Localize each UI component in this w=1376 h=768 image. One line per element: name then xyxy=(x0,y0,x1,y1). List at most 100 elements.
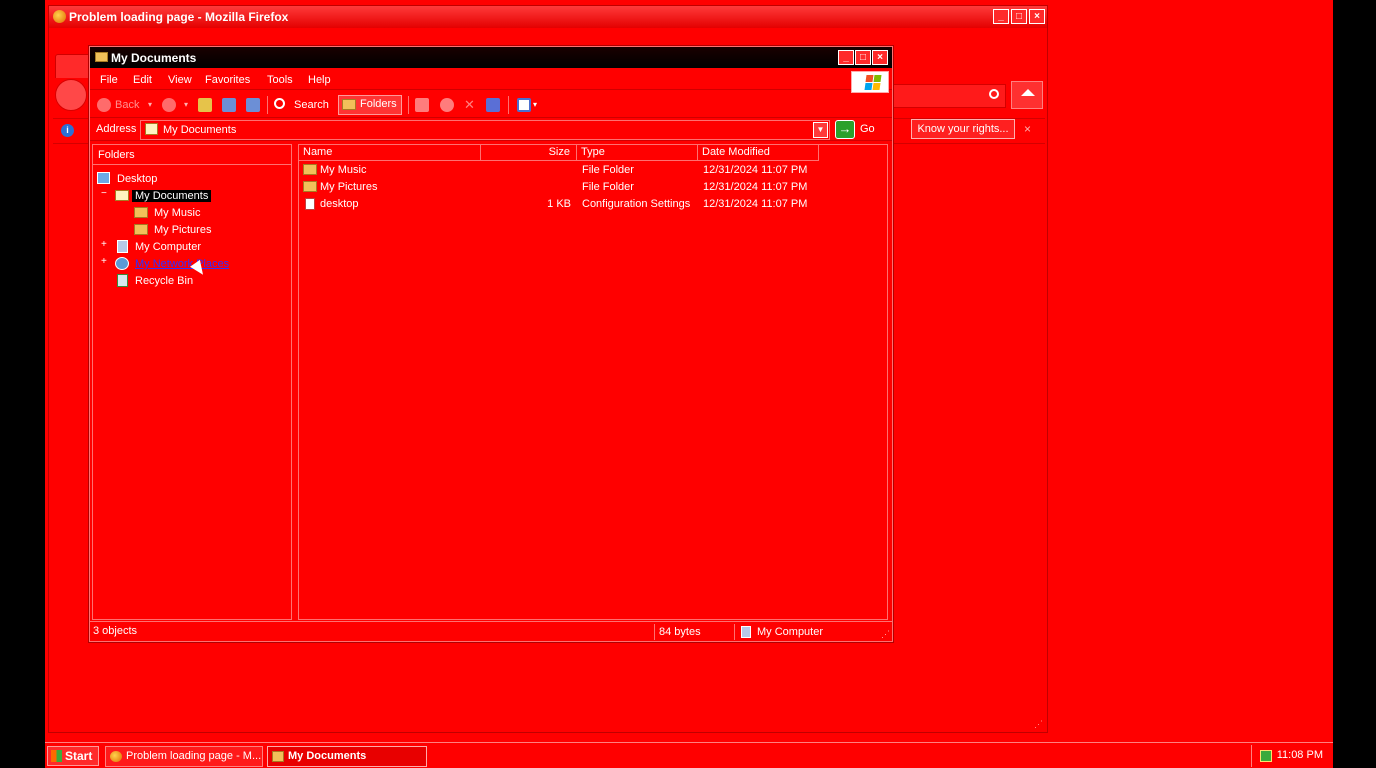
back-dropdown-icon[interactable]: ▾ xyxy=(148,96,152,114)
toolbar-separator xyxy=(408,96,409,114)
firefox-back-button[interactable] xyxy=(55,79,87,111)
taskbar-item-my-documents[interactable]: My Documents xyxy=(267,746,427,767)
file-row-my-music[interactable]: My Music File Folder 12/31/2024 11:07 PM xyxy=(299,162,887,179)
toolbar-separator xyxy=(508,96,509,114)
view-icon-b[interactable] xyxy=(246,98,260,112)
know-your-rights-button[interactable]: Know your rights... xyxy=(911,119,1015,139)
column-header-date-modified[interactable]: Date Modified xyxy=(698,145,819,161)
file-list-pane: Name Size Type Date Modified My Music Fi… xyxy=(298,144,888,620)
explorer-close-button[interactable]: × xyxy=(872,50,888,65)
firefox-title-bar[interactable]: Problem loading page - Mozilla Firefox _… xyxy=(49,6,1047,28)
forward-dropdown-icon[interactable]: ▾ xyxy=(184,96,188,114)
taskbar-item-firefox[interactable]: Problem loading page - M... xyxy=(105,746,263,767)
toolbar-separator xyxy=(267,96,268,114)
firefox-close-button[interactable]: × xyxy=(1029,9,1045,24)
back-button[interactable]: Back xyxy=(115,96,139,114)
expand-icon[interactable]: + xyxy=(101,239,107,250)
file-name: desktop xyxy=(320,198,359,210)
go-button[interactable]: Go xyxy=(860,123,875,135)
tree-item-my-computer[interactable]: My Computer xyxy=(115,239,201,255)
tree-item-my-documents[interactable]: My Documents xyxy=(115,188,212,204)
clock: 11:08 PM xyxy=(1276,749,1323,761)
music-folder-icon xyxy=(134,207,148,218)
tree-label: My Computer xyxy=(135,241,202,253)
taskbar: Start Problem loading page - M... My Doc… xyxy=(45,742,1333,768)
resize-grip[interactable]: ⋰ xyxy=(881,629,890,640)
views-dropdown-icon[interactable]: ▾ xyxy=(533,96,537,114)
tree-label: Desktop xyxy=(117,173,158,185)
tree-item-recycle-bin[interactable]: Recycle Bin xyxy=(115,273,193,289)
computer-icon xyxy=(741,626,751,638)
tray-icon[interactable] xyxy=(1260,750,1272,762)
explorer-minimize-button[interactable]: _ xyxy=(838,50,854,65)
firefox-icon xyxy=(53,10,66,23)
menu-help[interactable]: Help xyxy=(308,74,331,86)
file-date: 12/31/2024 11:07 PM xyxy=(703,198,808,210)
tree-item-my-network-places[interactable]: My Network Places xyxy=(115,256,229,272)
copy-to-icon[interactable] xyxy=(440,98,454,112)
file-type: File Folder xyxy=(582,181,634,193)
expand-icon[interactable]: + xyxy=(101,256,107,267)
firefox-minimize-button[interactable]: _ xyxy=(993,9,1009,24)
recycle-bin-icon xyxy=(117,274,128,287)
firefox-url-bar[interactable] xyxy=(892,84,1006,108)
windows-flag-icon xyxy=(51,750,62,762)
menu-file[interactable]: File xyxy=(100,74,118,86)
file-row-my-pictures[interactable]: My Pictures File Folder 12/31/2024 11:07… xyxy=(299,179,887,196)
menu-view[interactable]: View xyxy=(168,74,192,86)
folders-button[interactable]: Folders xyxy=(338,95,402,115)
column-header-name[interactable]: Name xyxy=(299,145,481,161)
tree-label: Recycle Bin xyxy=(135,275,194,287)
firefox-maximize-button[interactable]: □ xyxy=(1011,9,1027,24)
tree-label: My Network Places xyxy=(135,258,230,270)
infobar-close-icon[interactable]: × xyxy=(1024,122,1031,136)
up-folder-icon[interactable] xyxy=(198,98,212,112)
search-button[interactable]: Search xyxy=(294,96,329,114)
forward-arrow-icon[interactable] xyxy=(162,98,176,112)
delete-icon[interactable]: ✕ xyxy=(464,96,475,114)
tree-label: My Pictures xyxy=(154,224,212,236)
resize-grip[interactable]: ⋰ xyxy=(1034,719,1043,730)
file-date: 12/31/2024 11:07 PM xyxy=(703,164,808,176)
pictures-folder-icon xyxy=(303,181,317,192)
move-to-icon[interactable] xyxy=(415,98,429,112)
address-value: My Documents xyxy=(163,124,237,136)
menu-favorites[interactable]: Favorites xyxy=(205,74,250,86)
tree-item-desktop[interactable]: Desktop xyxy=(97,171,157,187)
go-arrow-icon[interactable]: → xyxy=(835,120,855,139)
view-icon-a[interactable] xyxy=(222,98,236,112)
start-button[interactable]: Start xyxy=(47,746,99,766)
firefox-home-button[interactable] xyxy=(1011,81,1043,109)
file-type: Configuration Settings xyxy=(582,198,691,210)
address-field[interactable]: My Documents ▼ xyxy=(140,120,830,140)
tree-item-my-music[interactable]: My Music xyxy=(134,205,200,221)
search-icon xyxy=(989,89,999,99)
menu-edit[interactable]: Edit xyxy=(133,74,152,86)
music-folder-icon xyxy=(303,164,317,175)
collapse-icon[interactable]: − xyxy=(101,188,107,199)
home-icon xyxy=(1021,89,1035,96)
column-header-size[interactable]: Size xyxy=(481,145,577,161)
tree-label: My Documents xyxy=(132,190,212,202)
back-arrow-icon[interactable] xyxy=(97,98,111,112)
info-icon: i xyxy=(61,124,74,137)
desktop-screen: Problem loading page - Mozilla Firefox _… xyxy=(45,0,1333,768)
column-header-type[interactable]: Type xyxy=(577,145,698,161)
search-icon xyxy=(274,98,285,109)
explorer-toolbar: Back ▾ ▾ Search Folders ✕ ▾ xyxy=(90,92,892,118)
firefox-title: Problem loading page - Mozilla Firefox xyxy=(69,10,289,24)
computer-icon xyxy=(117,240,128,253)
taskbar-label: My Documents xyxy=(288,750,367,762)
explorer-title: My Documents xyxy=(111,51,197,65)
undo-icon[interactable] xyxy=(486,98,500,112)
views-grid-icon[interactable] xyxy=(517,98,531,112)
file-row-desktop-ini[interactable]: desktop 1 KB Configuration Settings 12/3… xyxy=(299,196,887,213)
menu-tools[interactable]: Tools xyxy=(267,74,293,86)
explorer-window[interactable]: My Documents _ □ × File Edit View Favori… xyxy=(88,45,894,643)
explorer-title-bar[interactable]: My Documents _ □ × xyxy=(90,47,892,68)
tree-item-my-pictures[interactable]: My Pictures xyxy=(134,222,211,238)
address-dropdown-icon[interactable]: ▼ xyxy=(813,122,828,138)
status-object-count: 3 objects xyxy=(93,625,138,637)
file-type: File Folder xyxy=(582,164,634,176)
explorer-maximize-button[interactable]: □ xyxy=(855,50,871,65)
